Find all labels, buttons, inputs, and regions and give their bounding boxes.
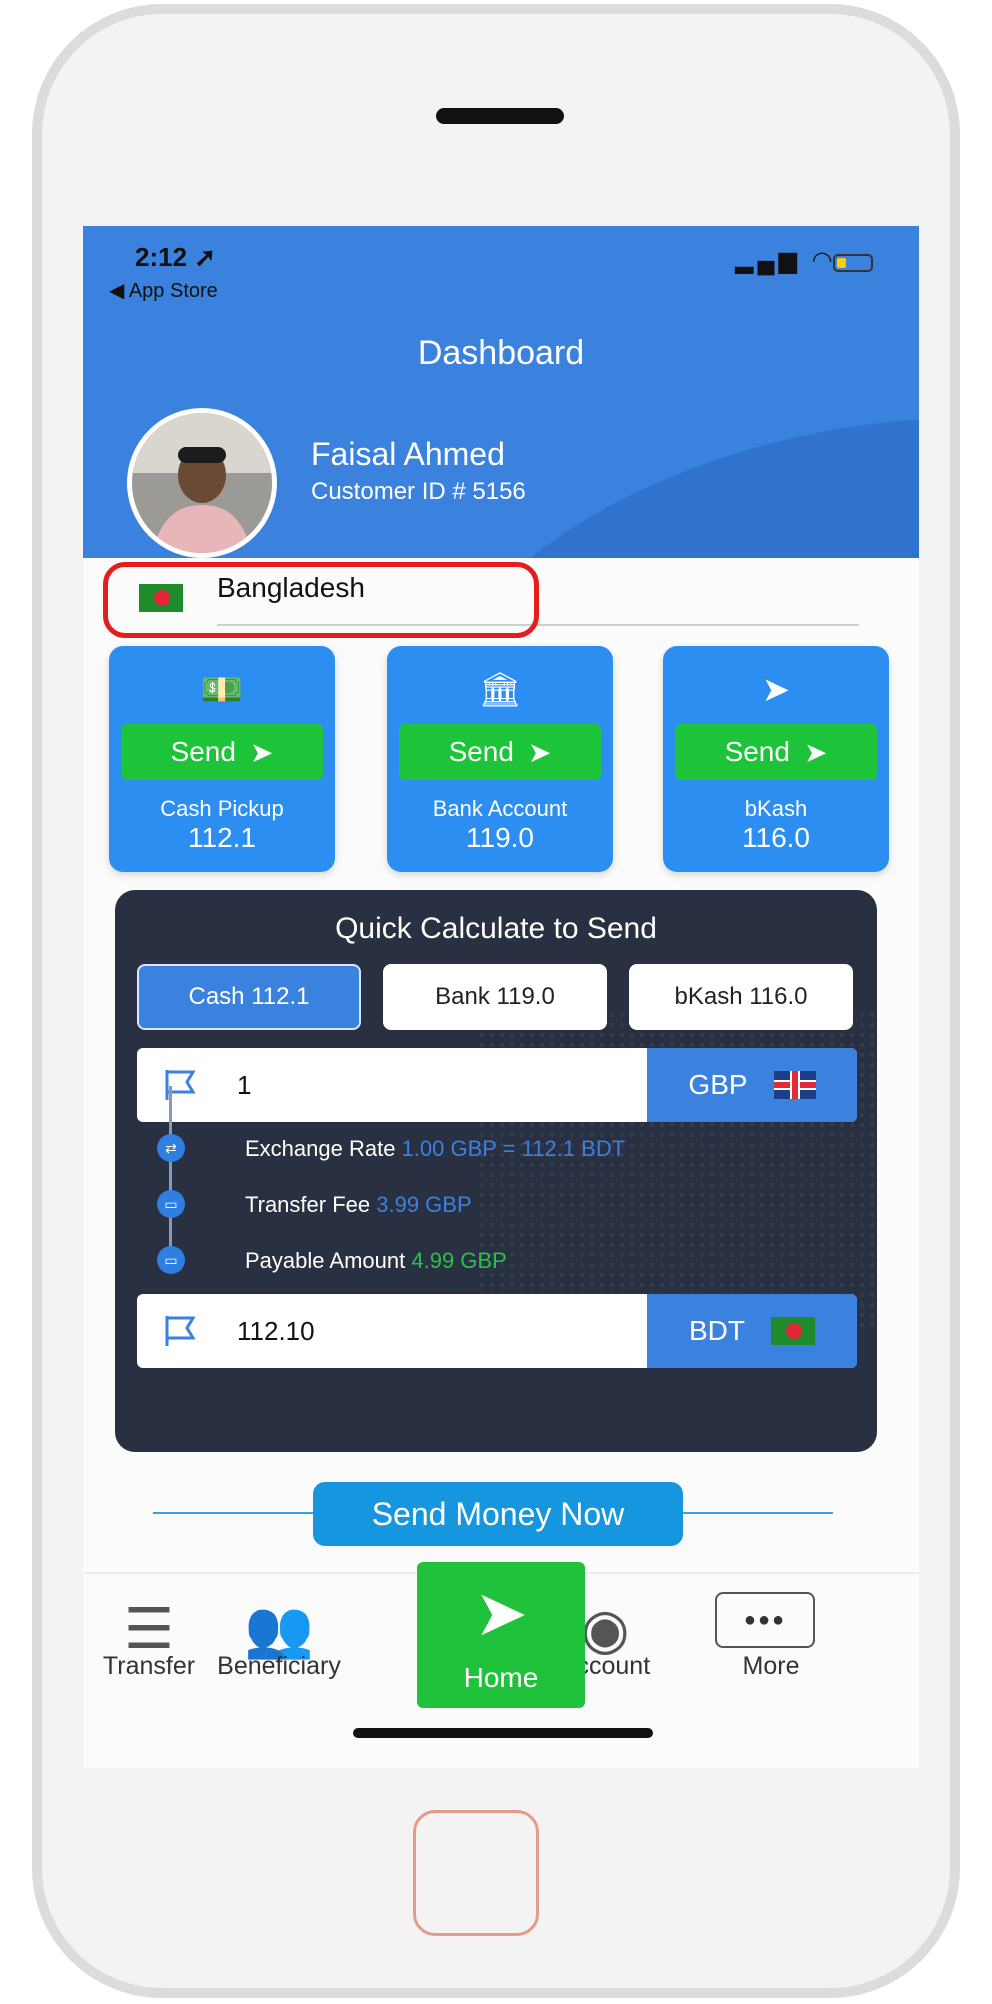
service-label: Cash Pickup [160, 796, 284, 821]
bank-icon: 🏛 [478, 671, 522, 709]
send-amount-input[interactable]: 1 [237, 1070, 251, 1101]
arrow-icon: ➤ [803, 736, 828, 768]
signal-wifi-icons: ▂▄▆ ◠ [735, 246, 837, 275]
receive-amount-row: 112.10 BDT [137, 1294, 857, 1368]
battery-icon [833, 254, 873, 272]
service-rate: 116.0 [742, 822, 810, 853]
tab-cash[interactable]: Cash 112.1 [137, 964, 361, 1030]
tab-bkash[interactable]: bKash 116.0 [629, 964, 853, 1030]
send-money-now-button[interactable]: Send Money Now [313, 1482, 683, 1546]
send-amount-row: 1 GBP [137, 1048, 857, 1122]
page-title: Dashboard [417, 334, 585, 372]
service-label: Bank Account [432, 796, 568, 821]
service-card-bank-account[interactable]: 🏛 Send ➤ Bank Account 119.0 [387, 646, 613, 872]
timeline-line [169, 1086, 172, 1266]
exchange-icon: ⇄ [157, 1134, 185, 1162]
send-bkash-button[interactable]: Send ➤ [675, 724, 877, 780]
receive-amount-input[interactable]: 112.10 [237, 1316, 315, 1347]
service-rate: 112.1 [188, 822, 256, 853]
fee-icon: ▭ [157, 1190, 185, 1218]
service-card-cash-pickup[interactable]: 💵 Send ➤ Cash Pickup 112.1 [109, 646, 335, 872]
user-name: Faisal Ahmed [311, 436, 505, 472]
status-time: 2:12 ➚ [135, 242, 217, 272]
bangladesh-flag-icon [771, 1317, 815, 1345]
transfer-fee-value: 3.99 GBP [376, 1192, 472, 1217]
receive-currency-select[interactable]: BDT [647, 1294, 857, 1368]
transfer-fee-row: Transfer Fee 3.99 GBP [245, 1192, 472, 1217]
home-indicator [353, 1728, 653, 1738]
tab-home[interactable]: ➤ Home [417, 1562, 585, 1708]
calculator-title: Quick Calculate to Send [335, 912, 657, 945]
back-to-app-store[interactable]: ◀ App Store [109, 278, 218, 303]
phone-home-button[interactable] [413, 1810, 539, 1936]
service-rate: 119.0 [466, 822, 534, 853]
more-icon: ●●● [715, 1592, 815, 1648]
home-arrow-icon: ➤ [474, 1577, 528, 1649]
bkash-icon: ➤ [761, 671, 791, 709]
signal-icon: ▂▄▆ [735, 247, 801, 274]
flag-outline-icon [165, 1316, 196, 1346]
tab-home-label: Home [463, 1662, 539, 1693]
payable-amount-value: 4.99 GBP [411, 1248, 507, 1273]
app-screen: 2:12 ➚ ◀ App Store ▂▄▆ ◠ Dashboard Faisa… [83, 226, 919, 1768]
exchange-rate-value: 1.00 GBP = 112.1 BDT [401, 1136, 626, 1161]
dashboard-header: 2:12 ➚ ◀ App Store ▂▄▆ ◠ Dashboard Faisa… [83, 226, 919, 558]
quick-calculator: Quick Calculate to Send Cash 112.1 Bank … [115, 890, 877, 1452]
country-highlight [103, 562, 539, 638]
tab-more[interactable]: ●●● More [691, 1574, 851, 1704]
cash-icon: 💵 [200, 671, 244, 709]
payable-icon: ▭ [157, 1246, 185, 1274]
arrow-icon: ➤ [527, 736, 552, 768]
send-bank-account-button[interactable]: Send ➤ [399, 724, 601, 780]
customer-id: Customer ID # 5156 [311, 478, 526, 505]
service-label: bKash [744, 796, 808, 821]
send-cash-pickup-button[interactable]: Send ➤ [121, 724, 323, 780]
payable-amount-row: Payable Amount 4.99 GBP [245, 1248, 507, 1273]
arrow-icon: ➤ [249, 736, 274, 768]
tab-more-label: More [742, 1652, 800, 1680]
phone-speaker [436, 108, 564, 124]
tab-bank[interactable]: Bank 119.0 [383, 964, 607, 1030]
tab-beneficiary-label: Beneficiary [217, 1652, 341, 1680]
exchange-rate-row: Exchange Rate 1.00 GBP = 112.1 BDT [245, 1136, 626, 1161]
send-currency-select[interactable]: GBP [647, 1048, 857, 1122]
service-card-bkash[interactable]: ➤ Send ➤ bKash 116.0 [663, 646, 889, 872]
uk-flag-icon [773, 1071, 816, 1099]
tab-beneficiary[interactable]: 👥 Beneficiary [199, 1574, 359, 1704]
avatar[interactable] [127, 408, 277, 558]
